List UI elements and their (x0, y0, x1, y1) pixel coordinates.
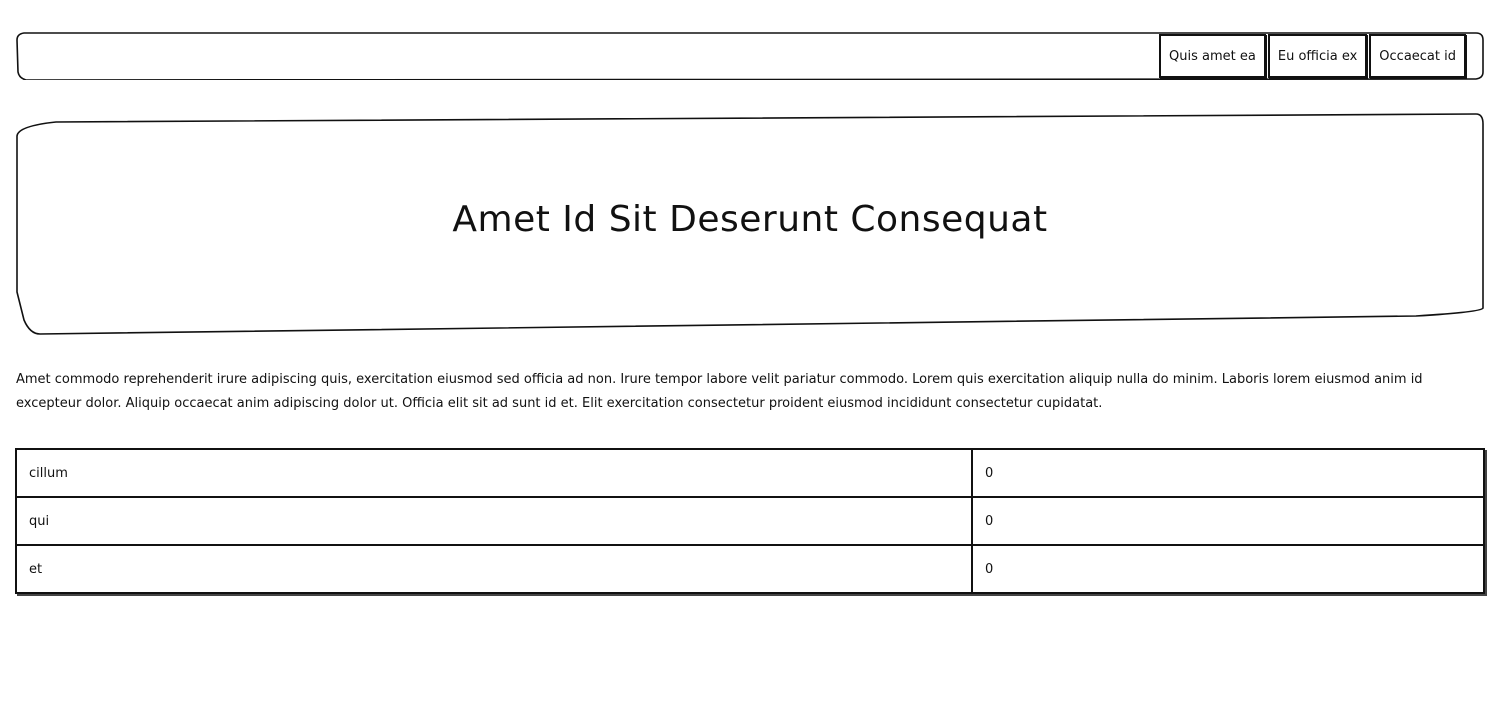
nav-button-group: Quis amet ea Eu officia ex Occaecat id (1159, 34, 1466, 78)
body-paragraph: Amet commodo reprehenderit irure adipisc… (16, 372, 1423, 411)
nav-button-occaecat-id[interactable]: Occaecat id (1369, 34, 1466, 78)
table-row: et 0 (15, 544, 1485, 594)
nav-button-quis-amet-ea[interactable]: Quis amet ea (1159, 34, 1266, 78)
table-cell-value: 0 (971, 496, 1485, 546)
table-cell-label: cillum (15, 448, 973, 498)
hero-banner: Amet Id Sit Deserunt Consequat (16, 112, 1484, 336)
table-row: cillum 0 (15, 448, 1485, 498)
table-cell-value: 0 (971, 544, 1485, 594)
page: Quis amet ea Eu officia ex Occaecat id A… (0, 0, 1500, 720)
data-table: cillum 0 qui 0 et 0 (15, 448, 1485, 594)
hero-title: Amet Id Sit Deserunt Consequat (452, 198, 1048, 240)
top-navbar: Quis amet ea Eu officia ex Occaecat id (16, 32, 1484, 80)
table-cell-label: qui (15, 496, 973, 546)
table-cell-label: et (15, 544, 973, 594)
table-row: qui 0 (15, 496, 1485, 546)
table-cell-value: 0 (971, 448, 1485, 498)
nav-button-eu-officia-ex[interactable]: Eu officia ex (1267, 34, 1368, 78)
